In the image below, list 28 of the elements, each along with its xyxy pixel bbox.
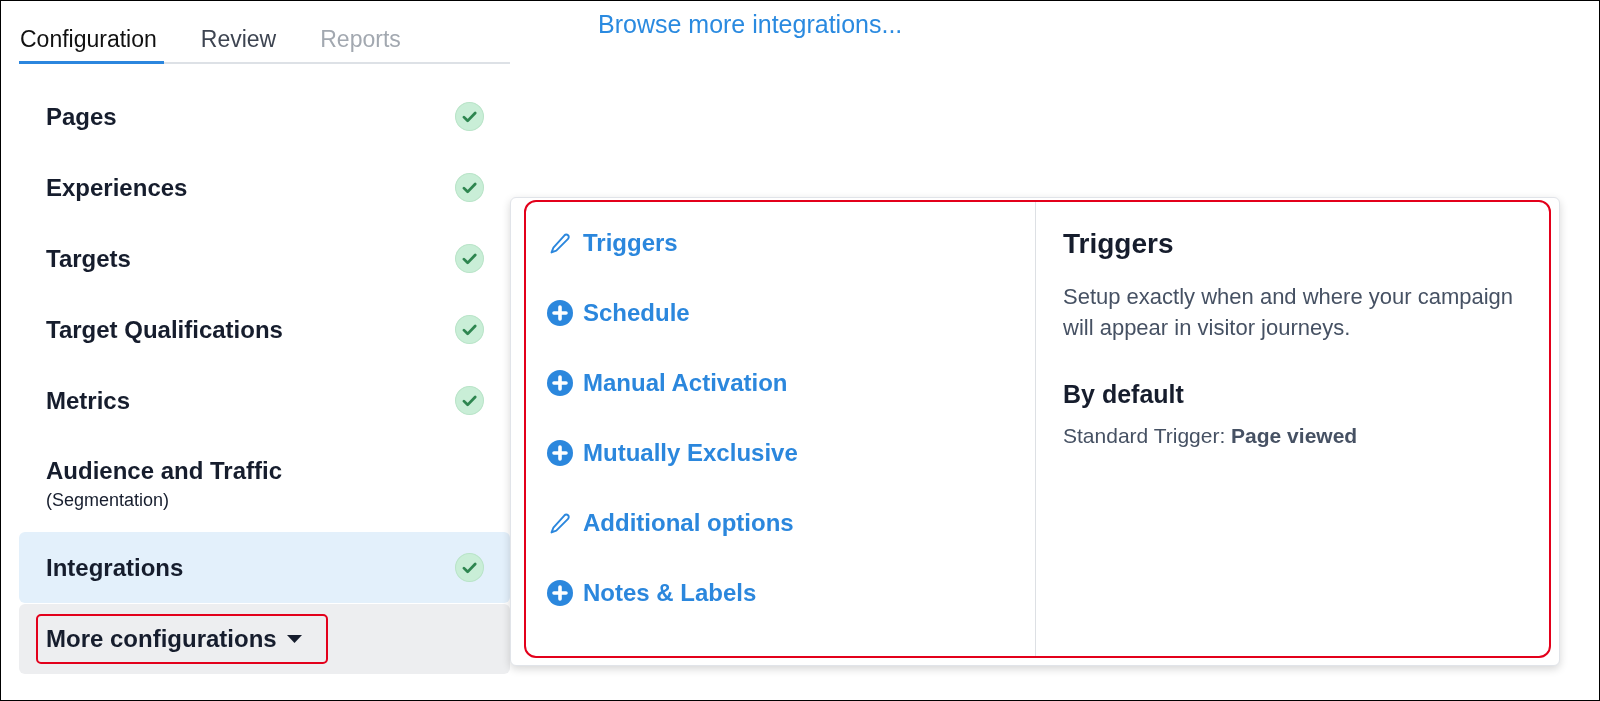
caret-icon xyxy=(286,635,302,643)
sidebar-item[interactable]: Pages xyxy=(19,81,510,152)
pencil-icon xyxy=(549,512,571,534)
plus-icon xyxy=(547,300,573,326)
menu-item[interactable]: Manual Activation xyxy=(547,369,788,397)
more-configurations-button[interactable]: More configurations xyxy=(36,614,328,664)
menu-item[interactable]: Mutually Exclusive xyxy=(547,439,798,467)
menu-item[interactable]: Schedule xyxy=(547,299,690,327)
detail-title: Triggers xyxy=(1063,227,1174,261)
browse-integrations-link[interactable]: Browse more integrations... xyxy=(598,9,903,39)
default-trigger-text: Standard Trigger: Page viewed xyxy=(1063,423,1358,449)
plus-icon xyxy=(547,440,573,466)
plus-icon xyxy=(547,370,573,396)
plus-icon xyxy=(547,580,573,606)
sidebar-item[interactable]: Integrations xyxy=(19,532,510,603)
menu-item[interactable]: Notes & Labels xyxy=(547,579,757,607)
detail-subtitle: By default xyxy=(1063,379,1184,409)
sidebar-item[interactable]: Metrics xyxy=(19,365,510,436)
menu-item[interactable]: Additional options xyxy=(547,509,794,537)
sidebar-item[interactable]: Targets xyxy=(19,223,510,294)
sidebar-item[interactable]: Audience and Traffic (Segmentation) xyxy=(19,436,510,532)
pencil-icon xyxy=(549,232,571,254)
menu-item[interactable]: Triggers xyxy=(547,229,678,257)
sidebar-item[interactable]: Experiences xyxy=(19,152,510,223)
tab[interactable]: Configuration xyxy=(19,25,164,64)
tab[interactable]: Review xyxy=(199,25,284,64)
sidebar-item[interactable]: Target Qualifications xyxy=(19,294,510,365)
detail-description: Setup exactly when and where your campaign will appear in visitor journeys. xyxy=(1063,283,1515,342)
